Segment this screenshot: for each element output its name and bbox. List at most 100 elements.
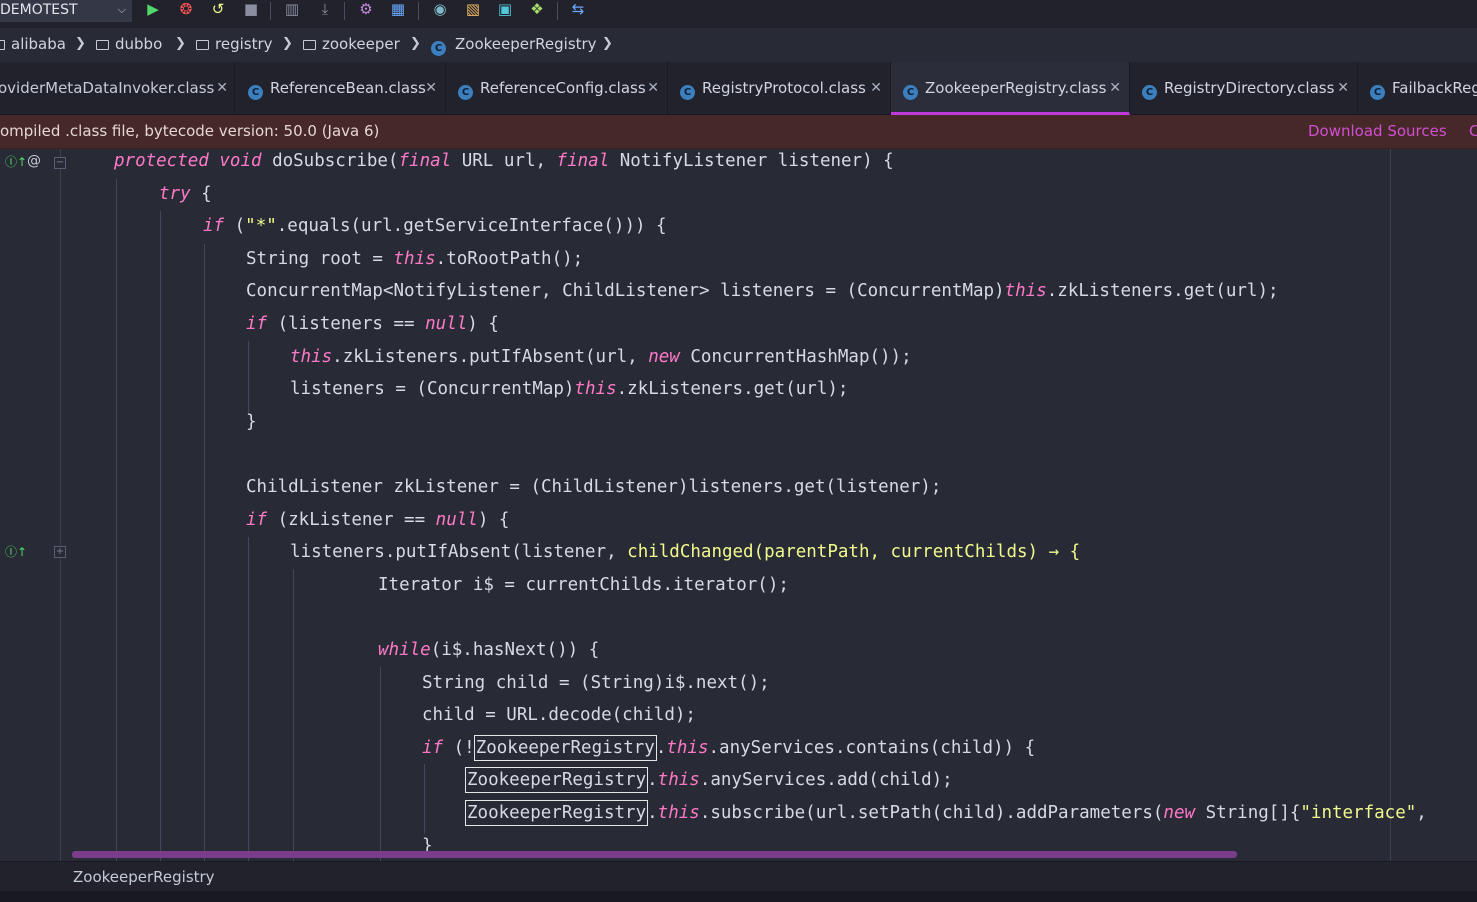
tab-referencebean[interactable]: C ReferenceBean.class ✕ [235, 62, 446, 115]
code-line[interactable]: if (zkListener == null) { [246, 508, 509, 538]
code-line[interactable]: ZookeeperRegistry.this.anyServices.add(c… [464, 767, 953, 798]
code-text: . [655, 737, 667, 758]
tab-registryprotocol[interactable]: C RegistryProtocol.class ✕ [668, 62, 891, 115]
structure-icon[interactable]: ▦ [387, 0, 409, 20]
code-keyword: null [425, 314, 468, 334]
editor-tabs: oviderMetaDataInvoker.class ✕ C Reference… [0, 62, 1477, 115]
class-icon: C [680, 85, 695, 100]
settings-icon[interactable]: ⚙ [355, 0, 377, 20]
search-everywhere-icon[interactable]: ◉ [429, 0, 451, 20]
decompiled-notice-text: ompiled .class file, bytecode version: 5… [0, 122, 380, 140]
indent-guide [204, 244, 205, 861]
run-configuration-selector[interactable]: DEMOTEST ⌵ [0, 0, 132, 22]
folder-icon [196, 40, 209, 50]
code-line[interactable]: listeners = (ConcurrentMap)this.zkListen… [290, 377, 848, 407]
code-line[interactable]: protected void doSubscribe(final URL url… [114, 149, 894, 179]
debug-icon[interactable]: ❂ [175, 0, 197, 20]
breadcrumb-item-alibaba[interactable]: alibaba [0, 35, 66, 55]
code-text: Iterator i$ = currentChilds.iterator(); [378, 574, 789, 595]
fold-icon[interactable]: − [54, 157, 66, 169]
coverage-icon[interactable]: ↺ [207, 0, 229, 20]
code-line[interactable]: ConcurrentMap<NotifyListener, ChildListe… [246, 279, 1279, 309]
breadcrumb-item-dubbo[interactable]: dubbo [96, 35, 162, 55]
code-text: child = URL.decode(child); [422, 705, 696, 726]
toolbar-separator [270, 2, 271, 20]
breadcrumb-item-registry[interactable]: registry [196, 35, 273, 55]
close-icon[interactable]: ✕ [216, 62, 228, 115]
choose-sources-link[interactable]: C [1469, 115, 1477, 147]
implements-icon[interactable]: Ⓘ↑ [5, 544, 27, 560]
code-line[interactable]: this.zkListeners.putIfAbsent(url, new Co… [290, 345, 912, 375]
code-editor[interactable]: Ⓘ↑ @ Ⓘ↑ − + protected void doSubscribe(f… [0, 149, 1477, 861]
annotation-icon[interactable]: @ [27, 153, 41, 169]
code-line[interactable]: ChildListener zkListener = (ChildListene… [246, 475, 941, 505]
code-line[interactable]: if ("*".equals(url.getServiceInterface()… [203, 214, 667, 244]
indent-guide [424, 764, 425, 834]
breadcrumb-label: dubbo [115, 35, 163, 53]
code-line[interactable]: try { [159, 182, 212, 212]
code-line[interactable]: if (!ZookeeperRegistry.this.anyServices.… [422, 734, 1035, 766]
indent-guide [380, 667, 381, 861]
code-string: "interface" [1300, 803, 1417, 823]
code-text: ) { [477, 509, 510, 530]
class-icon: C [1142, 85, 1157, 100]
layout-icon[interactable]: ▧ [462, 0, 484, 20]
tab-label: oviderMetaDataInvoker.class [0, 79, 215, 97]
close-icon[interactable]: ✕ [647, 62, 659, 115]
code-text: (zkListener == [267, 509, 436, 530]
gutter-divider [60, 149, 61, 861]
toolbar-separator [557, 2, 558, 20]
code-highlighted-reference: ZookeeperRegistry [473, 734, 657, 761]
close-icon[interactable]: ✕ [1109, 62, 1121, 112]
code-highlighted-reference: ZookeeperRegistry [464, 800, 649, 826]
decompiled-notice-banner: ompiled .class file, bytecode version: 5… [0, 115, 1477, 149]
sync-icon[interactable]: ⇆ [567, 0, 589, 20]
class-icon: C [458, 85, 473, 100]
override-icon[interactable]: Ⓘ↑ [5, 154, 27, 170]
tab-providermetadatainvoker[interactable]: oviderMetaDataInvoker.class ✕ [0, 62, 235, 115]
build-down-icon[interactable]: ⤓ [314, 0, 336, 20]
folder-icon [0, 40, 5, 50]
code-text: NotifyListener listener) { [609, 151, 894, 171]
chevron-right-icon: ❯ [602, 36, 613, 51]
code-text: String root = [246, 248, 394, 269]
right-margin-guide [1390, 149, 1391, 861]
plugin-icon[interactable]: ❖ [526, 0, 548, 20]
code-text: URL url, [451, 151, 557, 171]
tab-label: ReferenceConfig.class [480, 79, 646, 97]
code-text: .toRootPath(); [435, 248, 584, 269]
breadcrumb-item-zookeeperregistry[interactable]: C ZookeeperRegistry [431, 35, 597, 56]
code-text: (! [443, 737, 475, 758]
code-keyword: null [435, 509, 478, 530]
close-icon[interactable]: ✕ [1337, 62, 1349, 115]
tab-label: FailbackReg [1392, 79, 1477, 97]
tab-referenceconfig[interactable]: C ReferenceConfig.class ✕ [446, 62, 668, 115]
tab-registrydirectory[interactable]: C RegistryDirectory.class ✕ [1130, 62, 1358, 115]
folder-icon [96, 40, 109, 50]
structure-breadcrumb-item[interactable]: ZookeeperRegistry [73, 868, 215, 886]
code-line[interactable]: if (listeners == null) { [246, 312, 499, 342]
code-line[interactable]: String child = (String)i$.next(); [422, 671, 770, 701]
code-text: ) { [467, 314, 499, 334]
code-text: String child = (String)i$.next(); [422, 672, 770, 693]
build-icon[interactable]: ▥ [281, 0, 303, 20]
code-line[interactable]: String root = this.toRootPath(); [246, 247, 583, 277]
code-line[interactable]: listeners.putIfAbsent(listener, childCha… [290, 540, 1080, 570]
horizontal-scrollbar[interactable] [72, 851, 1237, 858]
close-icon[interactable]: ✕ [425, 62, 437, 115]
fold-icon[interactable]: + [54, 546, 66, 558]
code-line[interactable]: ZookeeperRegistry.this.subscribe(url.set… [464, 800, 1427, 831]
code-line[interactable]: child = URL.decode(child); [422, 703, 696, 733]
download-sources-link[interactable]: Download Sources [1308, 115, 1447, 147]
close-icon[interactable]: ✕ [870, 62, 882, 115]
run-icon[interactable]: ▶ [142, 0, 164, 20]
project-structure-icon[interactable]: ▣ [494, 0, 516, 20]
code-text: , [1416, 803, 1427, 823]
tab-zookeeperregistry[interactable]: C ZookeeperRegistry.class ✕ [891, 62, 1130, 115]
tab-failbackregistry[interactable]: C FailbackReg [1358, 62, 1477, 115]
code-line[interactable]: Iterator i$ = currentChilds.iterator(); [378, 573, 789, 603]
breadcrumb-item-zookeeper[interactable]: zookeeper [303, 35, 400, 55]
code-line[interactable]: while(i$.hasNext()) { [378, 638, 599, 668]
code-line[interactable]: } [246, 410, 257, 440]
stop-icon[interactable]: ■ [240, 0, 262, 20]
